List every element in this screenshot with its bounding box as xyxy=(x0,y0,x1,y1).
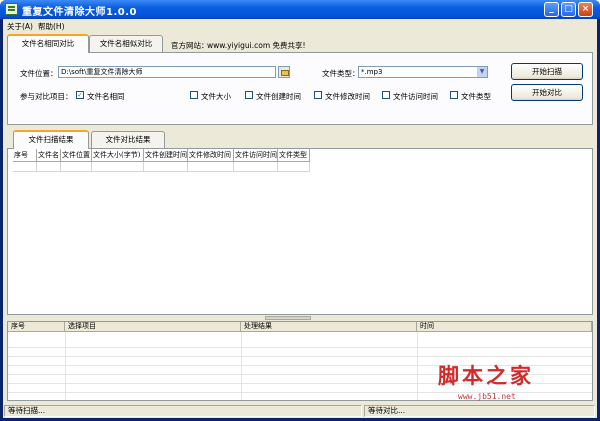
col-size[interactable]: 文件大小(字节) xyxy=(92,149,144,162)
status-left: 等待扫描... xyxy=(4,405,362,417)
tab-compare-results[interactable]: 文件对比结果 xyxy=(91,131,165,148)
client-area: 关于(A) 帮助(H) 文件名相同对比 文件名相似对比 官方网站： www.yi… xyxy=(3,19,597,418)
checkbox-modify-time[interactable] xyxy=(314,91,322,99)
log-col-item[interactable]: 选择项目 xyxy=(65,322,241,332)
checkbox-size[interactable] xyxy=(190,91,198,99)
folder-browse-icon[interactable] xyxy=(278,66,290,78)
checkbox-file-type[interactable] xyxy=(450,91,458,99)
type-label: 文件类型： xyxy=(322,69,360,78)
checkbox-file-type-label: 文件类型 xyxy=(461,92,491,101)
col-index[interactable]: 序号 xyxy=(13,149,37,162)
tab-similar-name[interactable]: 文件名相似对比 xyxy=(89,35,163,52)
compare-items-label: 参与对比项目： xyxy=(20,92,73,101)
splitter-handle[interactable] xyxy=(265,316,311,320)
type-select-value: *.mp3 xyxy=(361,68,383,76)
scan-results-panel: 序号 文件名 文件位置 文件大小(字节) 文件创建时间 文件修改时间 文件访问时… xyxy=(7,148,593,315)
menu-about[interactable]: 关于(A) xyxy=(7,21,33,32)
col-modify-time[interactable]: 文件修改时间 xyxy=(188,149,234,162)
checkbox-access-time-label: 文件访问时间 xyxy=(393,92,438,101)
watermark-sub: www.jb51.net xyxy=(458,392,516,401)
checkbox-size-label: 文件大小 xyxy=(201,92,231,101)
site-text[interactable]: www.yiyigui.com 免费共享! xyxy=(207,40,306,51)
maximize-button[interactable]: □ xyxy=(561,2,576,17)
window-title: 重复文件清除大师1.0.0 xyxy=(22,7,137,18)
log-col-result[interactable]: 处理结果 xyxy=(241,322,417,332)
title-bar[interactable]: 重复文件清除大师1.0.0 _ □ × xyxy=(0,0,600,19)
status-right: 等待对比... xyxy=(364,405,595,417)
watermark-main: 脚本之家 xyxy=(438,363,534,388)
status-bar: 等待扫描... 等待对比... xyxy=(3,403,597,418)
col-file-type[interactable]: 文件类型 xyxy=(278,149,310,162)
checkbox-create-time[interactable] xyxy=(245,91,253,99)
checkbox-access-time[interactable] xyxy=(382,91,390,99)
col-filename[interactable]: 文件名 xyxy=(37,149,61,162)
checkbox-modify-time-label: 文件修改时间 xyxy=(325,92,370,101)
log-col-index[interactable]: 序号 xyxy=(8,322,65,332)
app-icon xyxy=(5,3,18,15)
scan-grid-header: 序号 文件名 文件位置 文件大小(字节) 文件创建时间 文件修改时间 文件访问时… xyxy=(13,149,310,162)
app-window: 重复文件清除大师1.0.0 _ □ × 关于(A) 帮助(H) 文件名相同对比 … xyxy=(0,0,600,421)
list-item xyxy=(8,340,592,348)
menu-bar: 关于(A) 帮助(H) xyxy=(3,19,597,33)
col-location[interactable]: 文件位置 xyxy=(61,149,92,162)
checkbox-same-name-label: 文件名相同 xyxy=(87,92,125,101)
checkbox-same-name[interactable]: ✓ xyxy=(76,91,84,99)
type-select[interactable]: *.mp3 ▼ xyxy=(358,66,488,78)
location-label: 文件位置： xyxy=(20,69,58,78)
scan-options-panel: 文件位置： D:\soft\重复文件清除大师 文件类型： *.mp3 ▼ 开始扫… xyxy=(7,52,593,125)
site-label: 官方网站： xyxy=(171,41,209,50)
location-input[interactable]: D:\soft\重复文件清除大师 xyxy=(58,66,276,78)
start-compare-button[interactable]: 开始对比 xyxy=(511,84,583,101)
log-col-time[interactable]: 时间 xyxy=(417,322,592,332)
start-scan-button[interactable]: 开始扫描 xyxy=(511,63,583,80)
watermark: 脚本之家 www.jb51.net xyxy=(438,360,534,401)
tab-scan-results[interactable]: 文件扫描结果 xyxy=(13,130,89,149)
list-item xyxy=(8,349,592,357)
menu-help[interactable]: 帮助(H) xyxy=(38,21,65,32)
close-button[interactable]: × xyxy=(578,2,593,17)
col-create-time[interactable]: 文件创建时间 xyxy=(144,149,188,162)
checkbox-create-time-label: 文件创建时间 xyxy=(256,92,301,101)
minimize-button[interactable]: _ xyxy=(544,2,559,17)
chevron-down-icon[interactable]: ▼ xyxy=(477,67,487,77)
tab-same-name[interactable]: 文件名相同对比 xyxy=(7,34,89,53)
col-access-time[interactable]: 文件访问时间 xyxy=(234,149,278,162)
table-row[interactable] xyxy=(13,162,310,172)
